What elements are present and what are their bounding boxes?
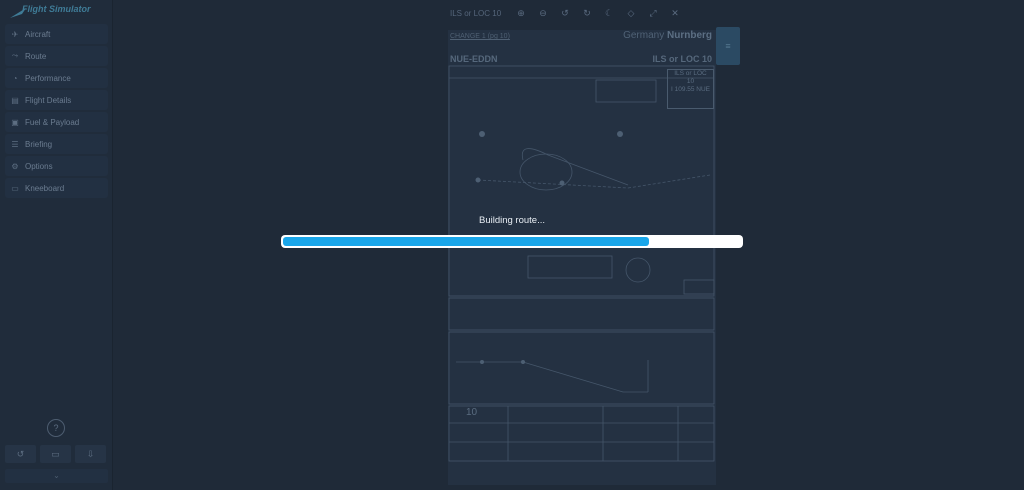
kneeboard-icon: ▭ xyxy=(11,183,19,193)
night-mode-icon[interactable]: ☾ xyxy=(598,8,620,19)
sidebar-tools: ↺ ▭ ⇩ xyxy=(5,445,106,463)
plane-icon: ✈ xyxy=(11,29,19,39)
sidebar-item-aircraft[interactable]: ✈ Aircraft xyxy=(5,24,108,44)
download-icon: ⇩ xyxy=(86,449,95,459)
viewer-title: ILS or LOC 10 xyxy=(450,8,502,18)
pin-icon[interactable]: ◇ xyxy=(620,8,642,19)
sidebar-item-kneeboard[interactable]: ▭ Kneeboard xyxy=(5,178,108,198)
sidebar-item-label: Route xyxy=(25,51,47,61)
ils-box-runway: 10 xyxy=(686,78,695,85)
download-button[interactable]: ⇩ xyxy=(75,445,106,463)
help-button[interactable]: ? xyxy=(47,419,65,437)
viewer-toolbar: ILS or LOC 10 ⊕ ⊖ ↺ ↻ ☾ ◇ ⤢ ✕ xyxy=(450,4,690,22)
details-icon: ▤ xyxy=(11,95,19,105)
zoom-out-icon[interactable]: ⊖ xyxy=(532,8,554,19)
folder-icon: ▭ xyxy=(51,449,60,459)
sidebar-item-label: Flight Details xyxy=(25,95,72,105)
sidebar-item-label: Briefing xyxy=(25,139,53,149)
sidebar-item-performance[interactable]: ◔ Performance xyxy=(5,68,108,88)
reset-button[interactable]: ↺ xyxy=(5,445,36,463)
loading-label: Building route... xyxy=(478,215,545,226)
list-icon: ≡ xyxy=(725,41,731,51)
route-icon: ⤳ xyxy=(11,51,19,60)
collapse-button[interactable]: ⌄ xyxy=(5,469,108,483)
sidebar-item-fuel-payload[interactable]: ▣ Fuel & Payload xyxy=(5,112,108,132)
zoom-in-icon[interactable]: ⊕ xyxy=(510,8,532,19)
approach-chart: CHANGE 1 (pg 10) Germany Nurnberg NUE-ED… xyxy=(448,30,716,485)
sidebar-item-label: Options xyxy=(25,161,53,171)
fuel-icon: ▣ xyxy=(11,117,19,127)
sidebar-item-briefing[interactable]: ☰ Briefing xyxy=(5,134,108,154)
progress-fill xyxy=(283,237,650,246)
close-icon[interactable]: ✕ xyxy=(664,8,686,19)
sidebar-item-flight-details[interactable]: ▤ Flight Details xyxy=(5,90,108,110)
sidebar-item-options[interactable]: ⚙ Options xyxy=(5,156,108,176)
chart-ils-box: ILS or LOC 10 I 109.55 NUE xyxy=(667,69,714,109)
sidebar: Flight Simulator ✈ Aircraft ⤳ Route ◔ Pe… xyxy=(0,0,113,490)
chart-list-toggle[interactable]: ≡ xyxy=(716,27,740,65)
rotate-ccw-icon[interactable]: ↺ xyxy=(554,8,576,19)
briefing-icon: ☰ xyxy=(11,139,19,149)
sidebar-item-label: Performance xyxy=(25,73,71,83)
chevron-down-icon: ⌄ xyxy=(53,471,60,480)
open-button[interactable]: ▭ xyxy=(40,445,71,463)
ils-box-frequency: I 109.55 NUE xyxy=(670,86,711,93)
sidebar-item-route[interactable]: ⤳ Route xyxy=(5,46,108,66)
sidebar-item-label: Aircraft xyxy=(25,29,51,39)
options-icon: ⚙ xyxy=(11,161,19,171)
logo-text: Flight Simulator xyxy=(22,4,91,14)
rotate-cw-icon[interactable]: ↻ xyxy=(576,8,598,19)
ils-box-title: ILS or LOC xyxy=(674,70,707,77)
sidebar-item-label: Kneeboard xyxy=(25,183,65,193)
chart-runway-number: 10 xyxy=(466,407,478,418)
progress-bar xyxy=(281,235,743,248)
gauge-icon: ◔ xyxy=(12,73,18,83)
fullscreen-icon[interactable]: ⤢ xyxy=(642,8,664,19)
reset-icon: ↺ xyxy=(16,449,25,459)
sidebar-nav: ✈ Aircraft ⤳ Route ◔ Performance ▤ Fligh… xyxy=(5,24,108,200)
sidebar-item-label: Fuel & Payload xyxy=(25,117,80,127)
